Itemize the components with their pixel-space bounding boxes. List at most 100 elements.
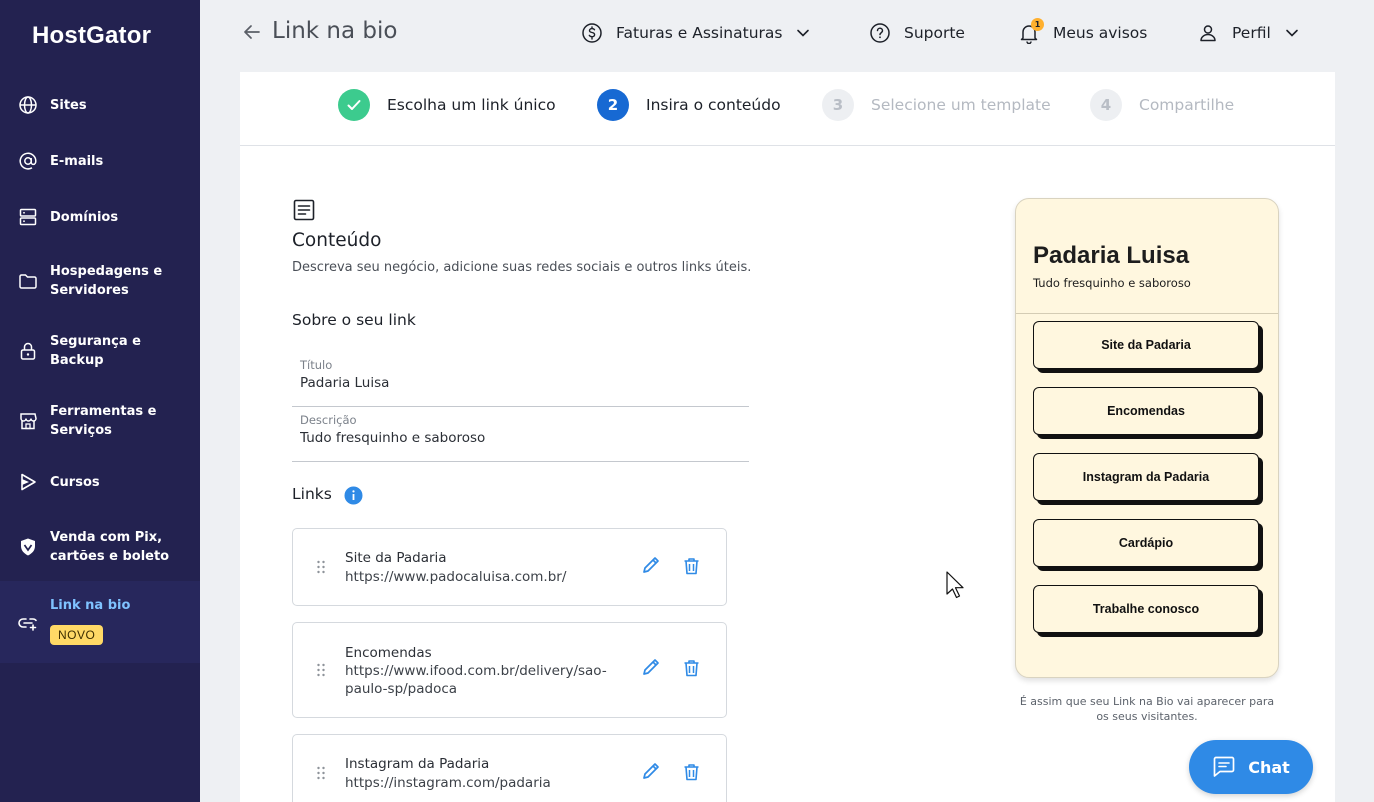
sidebar-item-link-na-bio[interactable]: Link na bio NOVO: [0, 581, 200, 663]
content-description: Descreva seu negócio, adicione suas rede…: [292, 260, 752, 275]
link-url: https://www.padocaluisa.com.br/: [345, 569, 567, 585]
info-icon[interactable]: [344, 486, 363, 505]
step-number: 3: [822, 89, 854, 121]
profile-label: Perfil: [1232, 24, 1271, 42]
title-input[interactable]: [300, 375, 740, 391]
title-field[interactable]: Título: [292, 352, 749, 407]
trash-icon[interactable]: [683, 659, 700, 677]
support-link[interactable]: Suporte: [869, 20, 965, 46]
description-field-label: Descrição: [300, 413, 357, 427]
step-3: 3 Selecione um template: [822, 89, 1051, 121]
drag-handle-icon[interactable]: [315, 560, 327, 574]
sidebar-item-label: Hospedagens e Servidores: [50, 264, 163, 298]
check-icon: [347, 100, 361, 110]
sidebar-item-label: Domínios: [50, 209, 119, 225]
dollar-circle-icon: [582, 23, 602, 43]
sidebar-item-dominios[interactable]: Domínios: [0, 205, 200, 229]
chevron-down-icon: [797, 29, 810, 37]
chat-bubble-icon: [1213, 756, 1235, 777]
trash-icon[interactable]: [683, 763, 700, 781]
step-check-circle: [338, 89, 370, 121]
preview-caption: É assim que seu Link na Bio vai aparecer…: [1019, 695, 1275, 723]
preview-title: Padaria Luisa: [1033, 242, 1190, 269]
sidebar-item-ferramentas[interactable]: Ferramentas e Serviços: [0, 401, 200, 441]
preview-link-button: Trabalhe conosco: [1033, 585, 1259, 633]
link-item: Site da Padaria https://www.padocaluisa.…: [292, 528, 727, 606]
server-icon: [19, 208, 37, 226]
content-card: Escolha um link único 2 Insira o conteúd…: [240, 72, 1335, 802]
pencil-icon[interactable]: [641, 555, 661, 575]
sidebar-item-seguranca[interactable]: Segurança e Backup: [0, 331, 200, 371]
preview-description: Tudo fresquinho e saboroso: [1033, 276, 1191, 290]
sidebar-item-venda[interactable]: Venda com Pix, cartões e boleto: [0, 527, 200, 567]
support-label: Suporte: [904, 24, 965, 42]
link-item: Instagram da Padaria https://instagram.c…: [292, 734, 727, 802]
preview-link-button: Encomendas: [1033, 387, 1259, 435]
folder-icon: [19, 274, 37, 289]
trash-icon[interactable]: [683, 557, 700, 575]
step-label: Escolha um link único: [387, 96, 556, 114]
drag-handle-icon[interactable]: [315, 663, 327, 677]
preview-link-button: Site da Padaria: [1033, 321, 1259, 369]
preview-link-button: Instagram da Padaria: [1033, 453, 1259, 501]
notification-count-badge: 1: [1031, 18, 1044, 31]
lock-icon: [20, 342, 36, 360]
sidebar-item-emails[interactable]: E-mails: [0, 149, 200, 173]
links-title: Links: [292, 485, 332, 503]
document-icon: [293, 199, 315, 221]
stepper: Escolha um link único 2 Insira o conteúd…: [240, 72, 1335, 146]
notifications-label: Meus avisos: [1053, 24, 1148, 42]
about-link-title: Sobre o seu link: [292, 311, 416, 329]
sidebar-item-label: Segurança e Backup: [50, 334, 141, 368]
billing-menu[interactable]: Faturas e Assinaturas: [581, 20, 810, 46]
preview-link-button: Cardápio: [1033, 519, 1259, 567]
user-icon: [1200, 25, 1216, 42]
content-title: Conteúdo: [292, 230, 382, 251]
link-title: Instagram da Padaria: [345, 756, 490, 772]
profile-menu[interactable]: Perfil: [1197, 20, 1299, 46]
step-4: 4 Compartilhe: [1090, 89, 1234, 121]
step-label: Insira o conteúdo: [646, 96, 781, 114]
billing-label: Faturas e Assinaturas: [616, 24, 783, 42]
sidebar-item-label: Link na bio: [50, 598, 131, 613]
chevron-down-icon: [1285, 29, 1298, 37]
link-preview: Padaria Luisa Tudo fresquinho e saboroso…: [1015, 198, 1279, 678]
sidebar-item-label: Venda com Pix, cartões e boleto: [50, 530, 170, 564]
sidebar-item-label: Sites: [50, 97, 87, 113]
hostgator-logo[interactable]: HostGator: [32, 22, 151, 50]
step-number: 4: [1090, 89, 1122, 121]
link-title: Encomendas: [345, 645, 432, 661]
preview-divider: [1016, 313, 1278, 314]
link-icon: [18, 618, 37, 631]
chat-label: Chat: [1248, 757, 1290, 777]
play-icon: [21, 473, 36, 491]
sidebar-item-cursos[interactable]: Cursos: [0, 470, 200, 494]
at-sign-icon: [19, 152, 37, 170]
sidebar: HostGator Sites E-mails Domínios Hospeda…: [0, 0, 200, 802]
sidebar-item-label: Cursos: [50, 474, 100, 490]
description-field[interactable]: Descrição: [292, 407, 749, 462]
sidebar-item-label: Ferramentas e Serviços: [50, 404, 157, 438]
step-1: Escolha um link único: [338, 89, 556, 121]
back-arrow-icon[interactable]: [242, 22, 262, 42]
globe-icon: [19, 96, 37, 114]
title-field-label: Título: [300, 358, 333, 372]
step-label: Compartilhe: [1139, 96, 1235, 114]
step-2: 2 Insira o conteúdo: [597, 89, 781, 121]
pencil-icon[interactable]: [641, 761, 661, 781]
step-number: 2: [597, 89, 629, 121]
new-badge: NOVO: [50, 625, 104, 645]
drag-handle-icon[interactable]: [315, 766, 327, 780]
page-title: Link na bio: [272, 18, 398, 44]
shield-icon: [21, 538, 35, 556]
mouse-cursor-icon: [946, 571, 964, 599]
description-input[interactable]: [300, 430, 740, 446]
pencil-icon[interactable]: [641, 657, 661, 677]
link-title: Site da Padaria: [345, 550, 447, 566]
sidebar-item-sites[interactable]: Sites: [0, 93, 200, 117]
link-item: Encomendas https://www.ifood.com.br/deli…: [292, 622, 727, 718]
link-url: https://instagram.com/padaria: [345, 775, 551, 791]
chat-button[interactable]: Chat: [1189, 740, 1313, 794]
store-icon: [20, 413, 37, 430]
sidebar-item-hospedagens[interactable]: Hospedagens e Servidores: [0, 261, 200, 301]
